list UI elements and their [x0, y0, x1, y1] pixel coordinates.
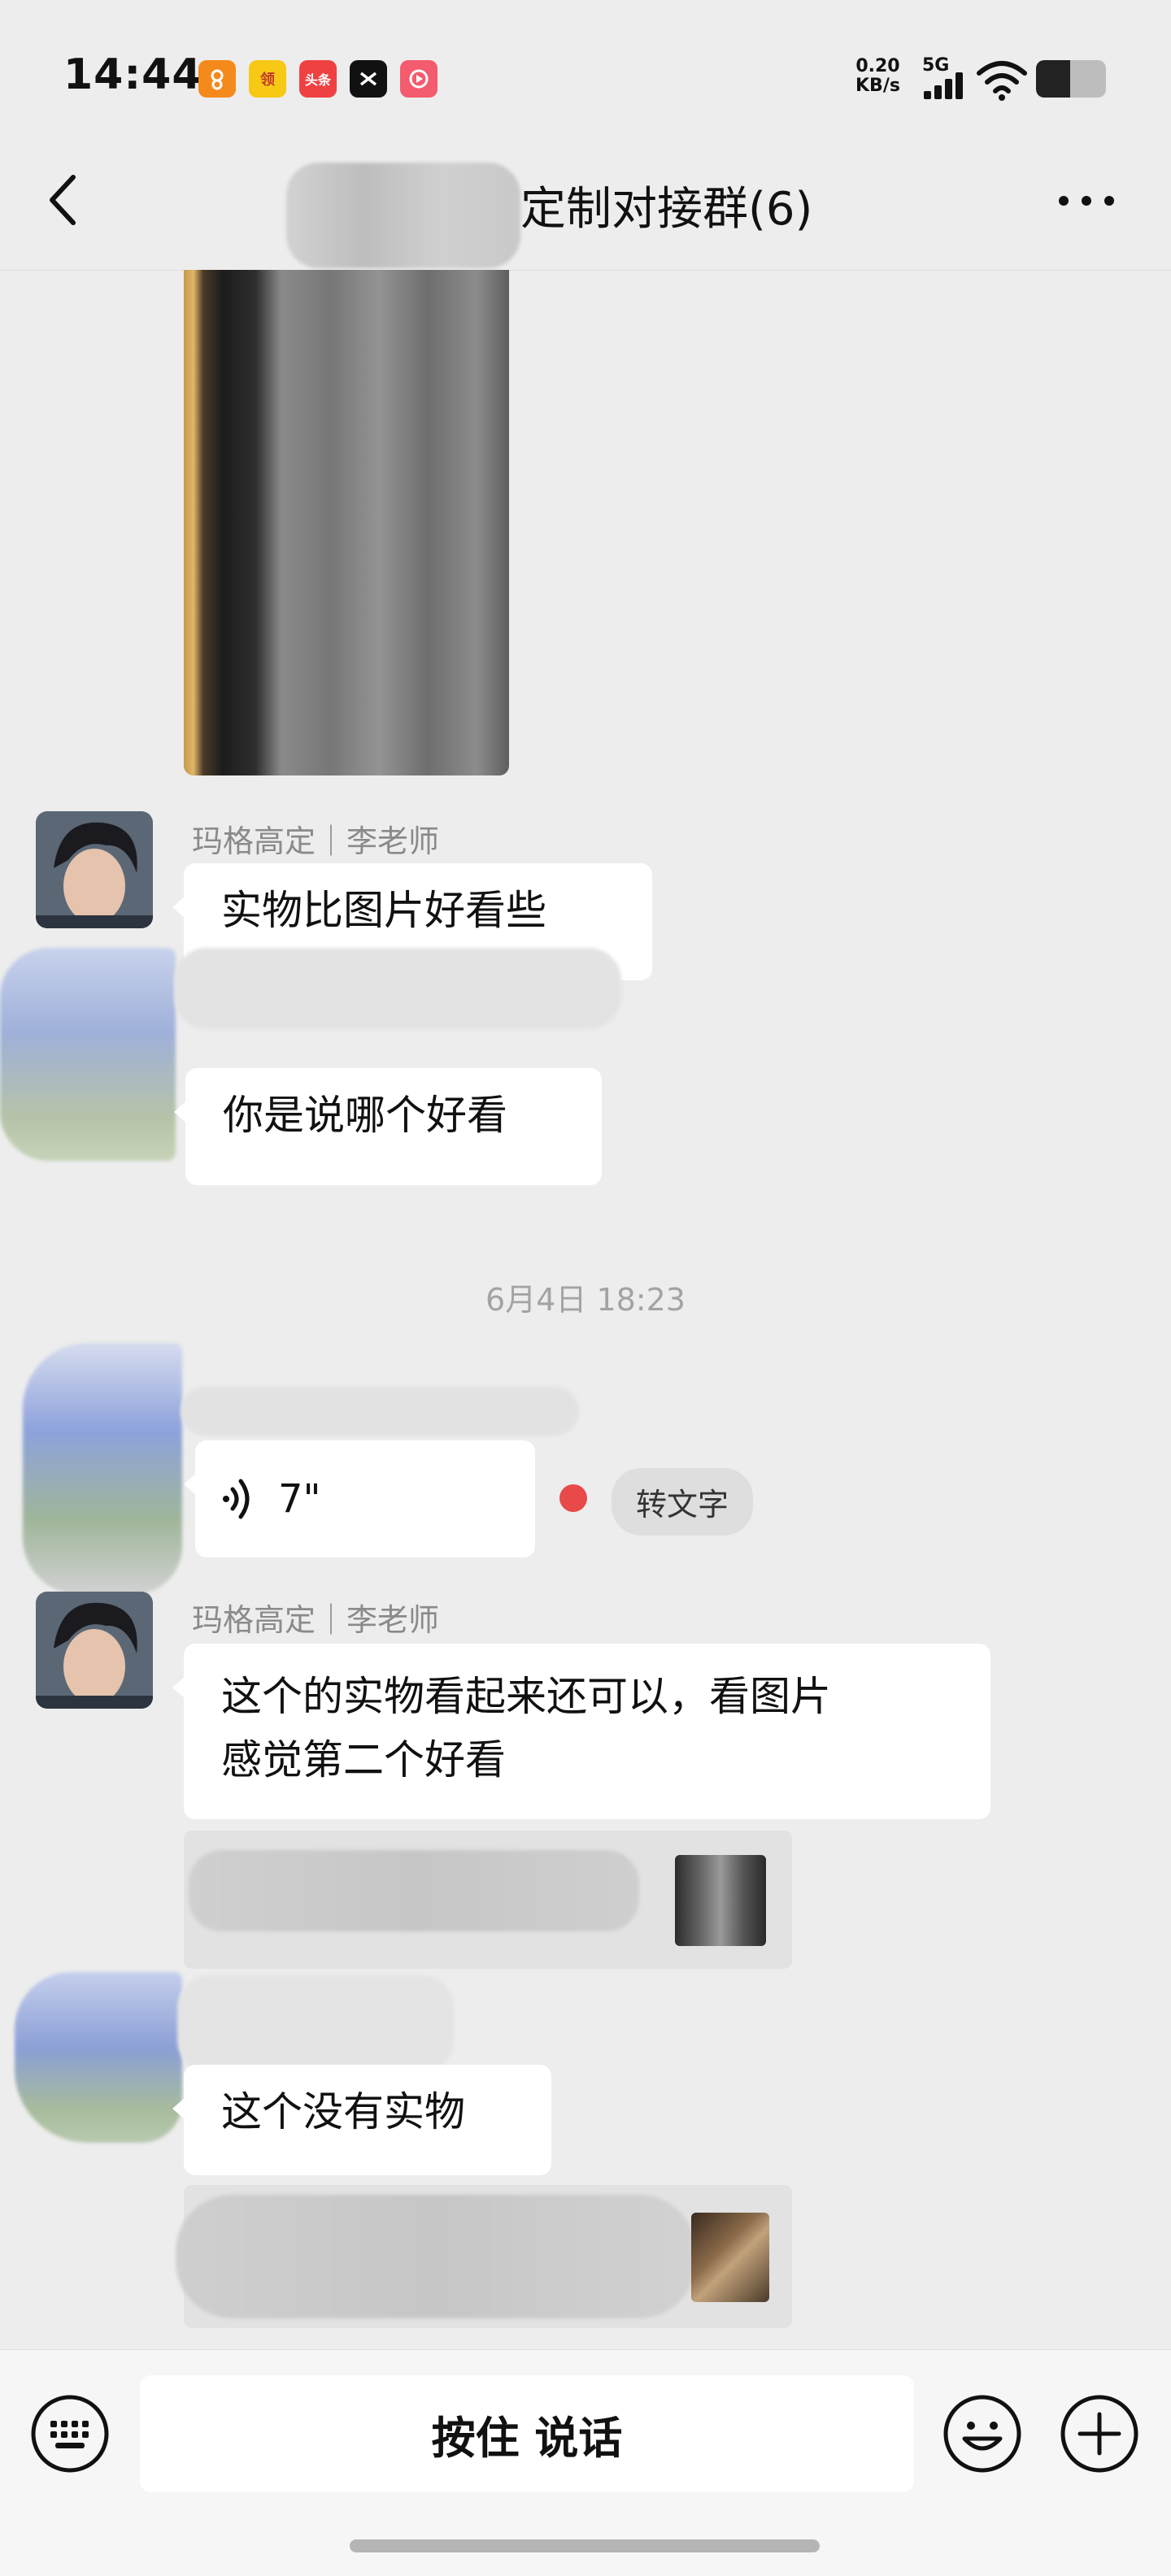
- quoted-image-thumbnail: [691, 2213, 769, 2302]
- plus-icon[interactable]: [1059, 2393, 1140, 2474]
- app-icon-video: [400, 60, 437, 98]
- battery-icon: [1036, 60, 1106, 98]
- back-button[interactable]: [41, 169, 89, 231]
- net-speed-unit: KB/s: [855, 76, 900, 96]
- message-bubble[interactable]: 这个没有实物: [172, 2065, 551, 2175]
- blurred-sender-name: [181, 1387, 579, 1436]
- timestamp: 6月4日 18:23: [485, 1282, 686, 1318]
- chat-image[interactable]: [184, 270, 509, 775]
- more-options-button[interactable]: [1054, 189, 1119, 213]
- message-bubble[interactable]: 你是说哪个好看: [174, 1068, 602, 1185]
- blurred-quote-text: [189, 1850, 639, 1931]
- message-bubble[interactable]: 这个的实物看起来还可以，看图片 感觉第二个好看: [172, 1644, 990, 1819]
- unread-dot: [559, 1484, 587, 1512]
- avatar[interactable]: [15, 1972, 182, 2143]
- message-text: 你是说哪个好看: [223, 1092, 507, 1139]
- net-speed: 0.20 KB/s: [855, 57, 900, 96]
- avatar[interactable]: [23, 1343, 182, 1595]
- blurred-sender-name: [174, 948, 621, 1029]
- message-text-line: 感觉第二个好看: [221, 1736, 506, 1783]
- hold-to-talk-button[interactable]: 按住 说话: [140, 2375, 914, 2492]
- quoted-message[interactable]: [184, 1831, 792, 1969]
- emoji-icon[interactable]: [942, 2393, 1023, 2474]
- avatar[interactable]: [0, 948, 176, 1161]
- blurred-sender-name: [177, 1975, 454, 2073]
- message-text-line: 这个的实物看起来还可以，看图片: [221, 1673, 831, 1720]
- app-icon-yellow: 领: [249, 60, 286, 98]
- net-speed-value: 0.20: [855, 56, 900, 76]
- sender-name: 玛格高定｜李老师: [192, 1602, 440, 1638]
- status-time: 14:44: [63, 50, 202, 99]
- app-icon-orange: [198, 60, 236, 98]
- quoted-message[interactable]: [176, 2185, 792, 2328]
- message-text: 实物比图片好看些: [221, 887, 546, 934]
- blurred-quote-text: [176, 2195, 696, 2318]
- avatar[interactable]: [36, 1592, 153, 1709]
- convert-to-text-button[interactable]: 转文字: [612, 1468, 754, 1536]
- wifi-icon: [977, 61, 1027, 101]
- quoted-image-thumbnail: [675, 1855, 766, 1946]
- sender-name: 玛格高定｜李老师: [192, 823, 440, 859]
- avatar[interactable]: [36, 811, 153, 928]
- voice-message-bubble[interactable]: 7": [184, 1440, 535, 1557]
- message-text: 这个没有实物: [221, 2088, 465, 2135]
- chat-title: 定制对接群(6): [520, 183, 813, 236]
- signal-icon: [924, 72, 963, 99]
- voice-wave-icon: [223, 1479, 250, 1519]
- voice-duration: 7": [278, 1476, 321, 1522]
- home-indicator[interactable]: [350, 2539, 820, 2552]
- keyboard-toggle-icon[interactable]: [29, 2393, 111, 2474]
- blurred-group-name: [286, 163, 520, 268]
- app-icon-capcut: [350, 60, 387, 98]
- app-icon-toutiao: 头条: [299, 60, 337, 98]
